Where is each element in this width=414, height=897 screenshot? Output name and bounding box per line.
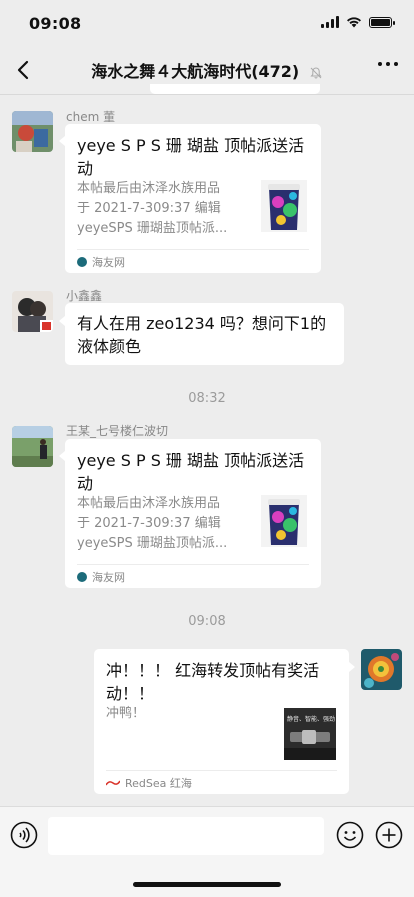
card-desc-line: 于 2021-7-309:37 编辑	[77, 201, 221, 216]
link-card[interactable]: yeye S P S 珊 瑚盐 顶帖派送活动 本帖最后由沐泽水族用品 于 202…	[65, 439, 321, 588]
status-bar: 09:08	[0, 0, 414, 46]
avatar[interactable]	[12, 111, 53, 152]
cellular-signal-icon	[321, 16, 339, 28]
redsea-logo-icon	[106, 780, 120, 786]
sender-name: chem 董	[66, 110, 116, 124]
chat-title-wrap: 海水之舞４大航海时代(472)	[52, 58, 362, 82]
card-divider	[106, 770, 337, 771]
card-source-label: 海友网	[92, 571, 125, 584]
message-text: 有人在用 zeo1234 吗？想问下1的	[77, 314, 327, 333]
plus-icon[interactable]	[375, 821, 403, 849]
card-source-label: RedSea 红海	[125, 777, 192, 790]
status-time: 09:08	[29, 14, 82, 33]
sender-name: 小鑫鑫	[66, 289, 103, 303]
timestamp: 09:08	[188, 614, 226, 629]
card-title: yeye S P S 珊 瑚盐 顶帖派送活动	[77, 136, 305, 178]
site-logo-icon	[77, 572, 87, 582]
timestamp: 08:32	[188, 391, 226, 406]
card-desc-line: yeyeSPS 珊瑚盐顶帖派...	[77, 536, 228, 551]
card-desc-line: 冲鸭！	[106, 706, 146, 721]
sender-name: 王某_七号楼仁波切	[66, 424, 169, 438]
link-card[interactable]: 冲！！！ 红海转发顶帖有奖活动！！ 冲鸭！ 静音、智能、强劲 RedSea 红海	[94, 649, 349, 794]
link-card[interactable]: yeye S P S 珊 瑚盐 顶帖派送活动 本帖最后由沐泽水族用品 于 202…	[65, 124, 321, 273]
avatar[interactable]	[12, 291, 53, 332]
partial-message-bubble[interactable]	[150, 84, 320, 94]
my-avatar[interactable]	[361, 649, 402, 690]
bubble-tail	[349, 662, 355, 672]
home-indicator[interactable]	[133, 882, 281, 887]
card-thumbnail	[261, 180, 307, 232]
more-dots-icon[interactable]	[378, 62, 398, 66]
card-desc-line: 于 2021-7-309:37 编辑	[77, 516, 221, 531]
card-source: RedSea 红海	[106, 775, 192, 791]
battery-icon	[369, 16, 395, 28]
voice-icon[interactable]	[10, 821, 38, 849]
text-bubble[interactable]: 有人在用 zeo1234 吗？想问下1的 液体颜色	[65, 303, 344, 365]
card-desc-line: 本帖最后由沐泽水族用品	[77, 496, 221, 511]
card-title: 冲！！！ 红海转发顶帖有奖活动！！	[106, 661, 320, 703]
card-divider	[77, 564, 309, 565]
card-source: 海友网	[77, 569, 125, 585]
status-icons	[321, 16, 395, 28]
card-source: 海友网	[77, 254, 125, 270]
card-desc-line: 本帖最后由沐泽水族用品	[77, 181, 221, 196]
site-logo-icon	[77, 257, 87, 267]
avatar[interactable]	[12, 426, 53, 467]
message-text: 液体颜色	[77, 337, 142, 356]
chat-title: 海水之舞４大航海时代(472)	[91, 62, 300, 81]
card-thumbnail	[261, 495, 307, 547]
card-thumbnail: 静音、智能、强劲	[284, 708, 336, 760]
wifi-icon	[347, 17, 361, 28]
card-source-label: 海友网	[92, 256, 125, 269]
card-desc-line: yeyeSPS 珊瑚盐顶帖派...	[77, 221, 228, 236]
back-chevron-icon[interactable]	[12, 56, 36, 84]
card-divider	[77, 249, 309, 250]
card-title: yeye S P S 珊 瑚盐 顶帖派送活动	[77, 451, 305, 493]
mute-bell-icon	[310, 66, 322, 78]
emoji-icon[interactable]	[336, 821, 364, 849]
message-input[interactable]	[48, 817, 324, 855]
